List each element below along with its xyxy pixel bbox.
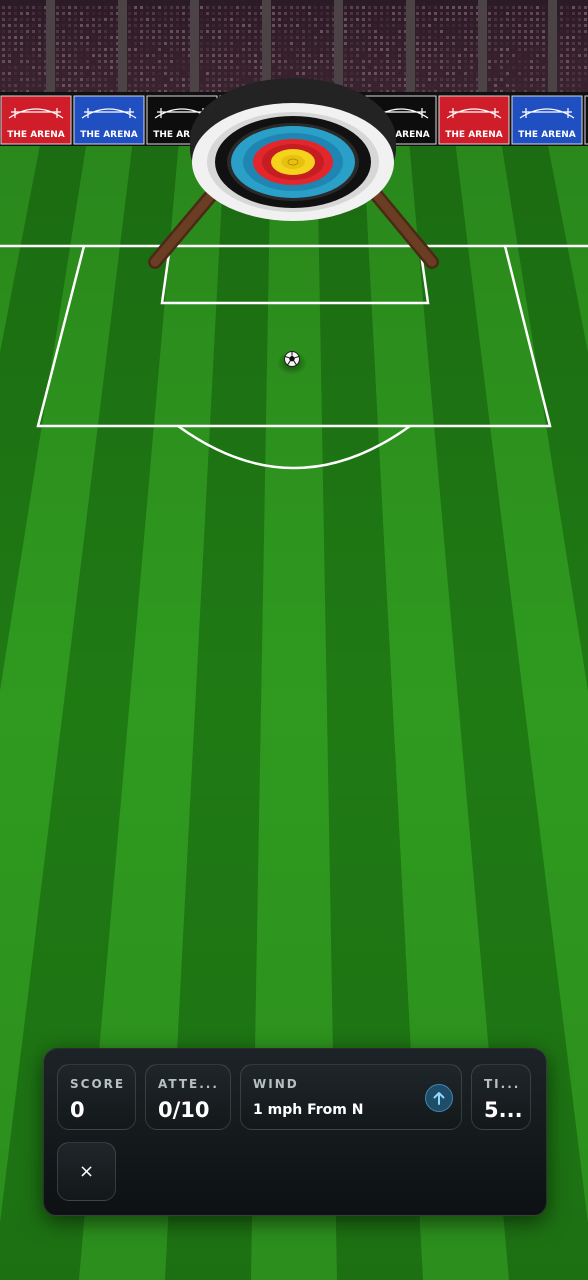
soccer-ball-icon[interactable] xyxy=(277,351,307,375)
score-value: 0 xyxy=(70,1098,85,1122)
close-icon: × xyxy=(78,1161,95,1182)
ad-board: THE ARENA xyxy=(73,95,145,145)
time-card: TI... 5... xyxy=(471,1064,531,1130)
wind-label: WIND xyxy=(253,1077,299,1091)
attempts-card: ATTE... 0/10 xyxy=(145,1064,231,1130)
wind-direction-button[interactable] xyxy=(425,1084,453,1112)
ad-board-text: THE ARENA xyxy=(518,130,576,140)
ad-board: THE ARENA xyxy=(0,95,72,145)
ad-board-text: THE ARENA xyxy=(80,130,138,140)
ad-board: THE ARENA xyxy=(511,95,583,145)
arrow-up-icon xyxy=(433,1092,445,1105)
attempts-value: 0/10 xyxy=(158,1098,210,1122)
ad-board: THE ARENA xyxy=(438,95,510,145)
wind-card: WIND 1 mph From N xyxy=(240,1064,462,1130)
score-label: SCORE xyxy=(70,1077,126,1091)
attempts-label: ATTE... xyxy=(158,1077,219,1091)
close-button[interactable]: × xyxy=(57,1142,116,1201)
time-value: 5... xyxy=(484,1098,523,1122)
game-hud: SCORE 0 ATTE... 0/10 WIND 1 mph From N T… xyxy=(43,1048,547,1216)
time-label: TI... xyxy=(484,1077,521,1091)
score-card: SCORE 0 xyxy=(57,1064,136,1130)
wind-value: 1 mph From N xyxy=(253,1102,364,1118)
ad-board-text: THE ARENA xyxy=(7,130,65,140)
ad-board-text: THE ARENA xyxy=(445,130,503,140)
